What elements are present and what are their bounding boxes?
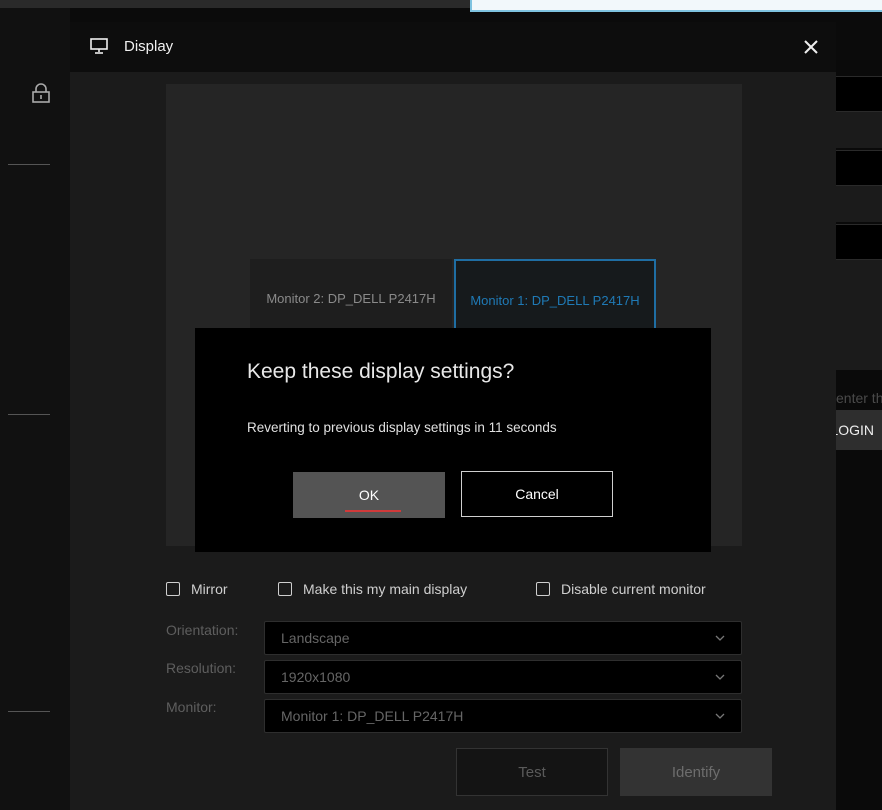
background-row [836, 186, 882, 222]
divider [8, 414, 50, 415]
orientation-label: Orientation: [166, 622, 239, 638]
main-display-checkbox-icon[interactable] [278, 582, 292, 596]
confirm-modal: Keep these display settings? Reverting t… [195, 328, 711, 552]
disable-monitor-label: Disable current monitor [561, 581, 706, 597]
monitor-value: Monitor 1: DP_DELL P2417H [281, 708, 464, 724]
lock-icon [32, 83, 50, 103]
disable-monitor-checkbox-icon[interactable] [536, 582, 550, 596]
display-dialog: Display Monitor 2: DP_DELL P2417H Monito… [70, 22, 836, 810]
mirror-option[interactable]: Mirror [166, 580, 228, 598]
background-input [836, 224, 882, 260]
main-display-label: Make this my main display [303, 581, 468, 597]
dialog-title: Display [124, 38, 174, 55]
modal-title: Keep these display settings? [247, 360, 515, 383]
chevron-down-icon [715, 713, 725, 719]
ok-button-label: OK [358, 487, 380, 503]
main-display-option[interactable]: Make this my main display [278, 580, 467, 598]
orientation-value: Landscape [281, 630, 350, 646]
chevron-down-icon [715, 674, 725, 680]
monitor-icon [90, 38, 108, 54]
orientation-select[interactable]: Landscape [264, 621, 742, 655]
background-row [836, 112, 882, 148]
identify-button[interactable]: Identify [620, 748, 772, 796]
close-icon[interactable] [800, 36, 822, 58]
background-login-button[interactable]: LOGIN [830, 410, 882, 450]
divider [8, 711, 50, 712]
background-row [836, 260, 882, 370]
monitor-label: Monitor: [166, 699, 217, 715]
focus-underline [345, 510, 401, 512]
background-input [836, 76, 882, 112]
resolution-label: Resolution: [166, 660, 237, 676]
resolution-value: 1920x1080 [281, 669, 351, 685]
resolution-select[interactable]: 1920x1080 [264, 660, 742, 694]
mirror-checkbox-icon[interactable] [166, 582, 180, 596]
background-input [836, 150, 882, 186]
test-button[interactable]: Test [456, 748, 608, 796]
background-left-panel [0, 8, 70, 810]
divider [8, 164, 50, 165]
background-top-input [470, 0, 882, 12]
ok-button[interactable]: OK [293, 472, 445, 518]
monitor-select[interactable]: Monitor 1: DP_DELL P2417H [264, 699, 742, 733]
background-right-panel: enter the DO LOGIN [830, 60, 882, 810]
cancel-button[interactable]: Cancel [461, 471, 613, 517]
background-hint-text: enter the DO [836, 390, 882, 406]
mirror-label: Mirror [191, 581, 228, 597]
modal-message: Reverting to previous display settings i… [247, 420, 557, 435]
chevron-down-icon [715, 635, 725, 641]
dialog-header: Display [70, 22, 836, 72]
disable-monitor-option[interactable]: Disable current monitor [536, 580, 706, 598]
